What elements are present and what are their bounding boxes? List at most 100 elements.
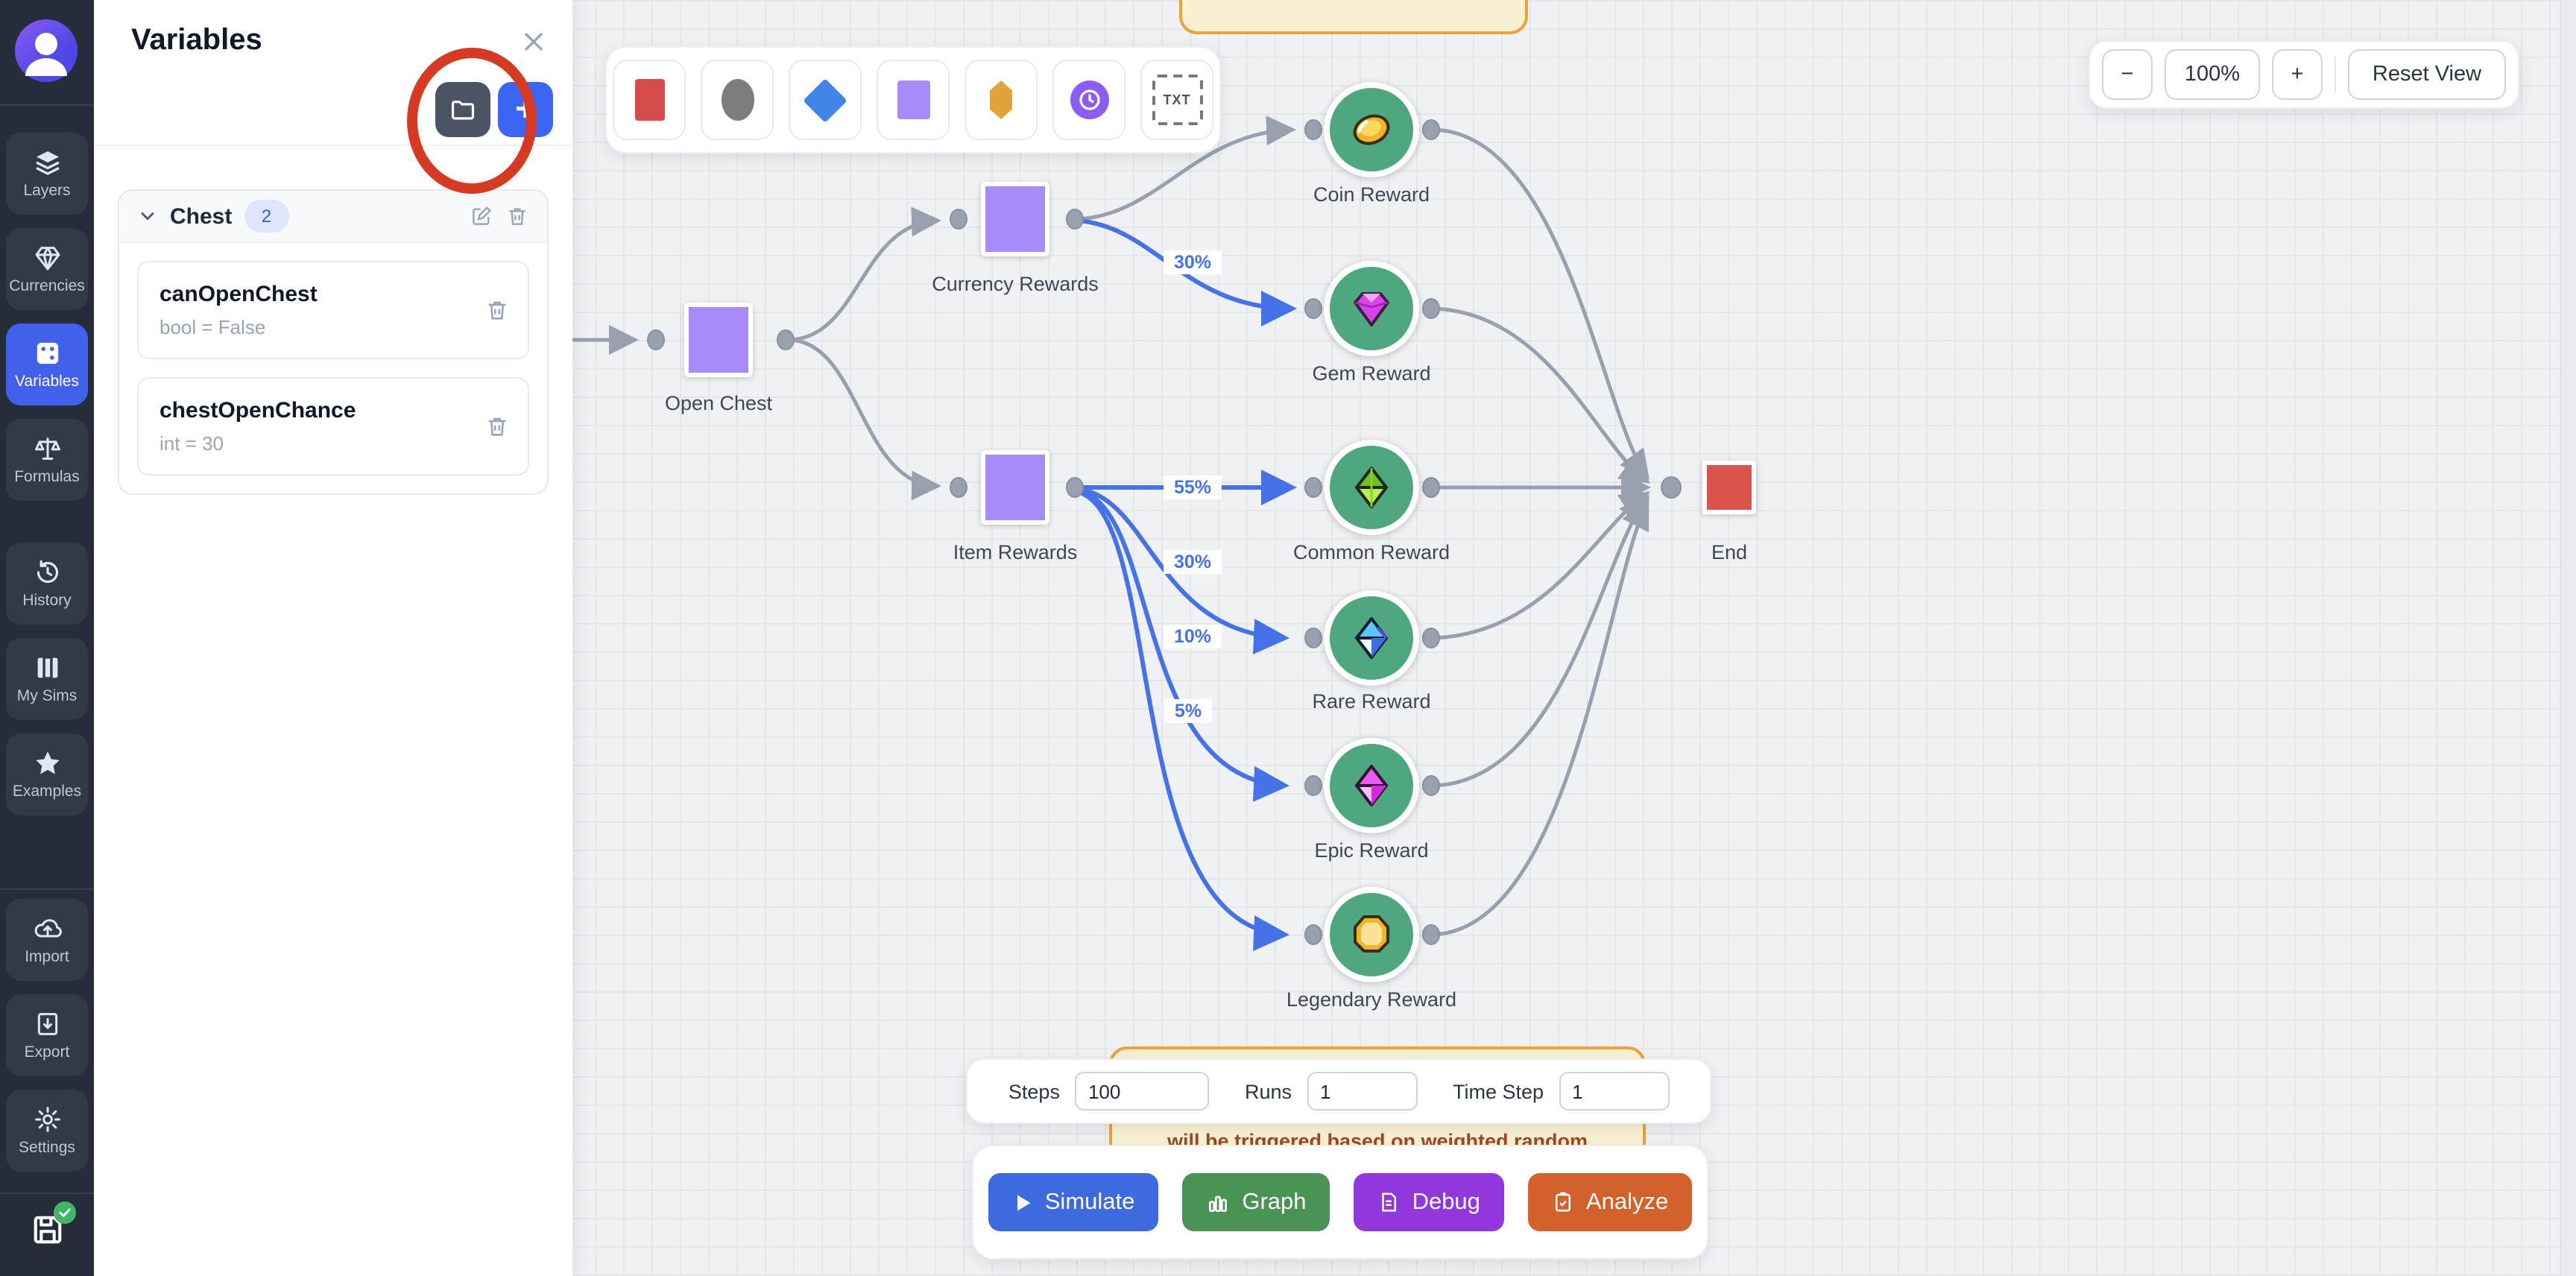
- time-step-label: Time Step: [1453, 1080, 1544, 1102]
- close-panel-button[interactable]: [519, 27, 549, 57]
- sidebar-item-settings[interactable]: Settings: [6, 1090, 88, 1172]
- pink-gem-icon: [1348, 762, 1395, 809]
- node-ports: [648, 120, 1681, 944]
- zoom-out-button[interactable]: −: [2102, 49, 2153, 100]
- label-common-reward: Common Reward: [1293, 541, 1450, 563]
- sidebar-item-history[interactable]: History: [6, 543, 88, 625]
- node-open-chest[interactable]: [684, 303, 753, 377]
- history-icon: [32, 558, 62, 587]
- sidebar-item-label: Export: [25, 1043, 70, 1061]
- map-icon: [32, 653, 62, 683]
- variable-card-canOpenChest[interactable]: canOpenChest bool = False: [137, 261, 529, 359]
- note-top-text: and 70% chance of not: [1182, 0, 1525, 1]
- bar-chart-icon: [1206, 1190, 1230, 1214]
- purple-square-icon: [897, 80, 929, 119]
- tool-purple-square[interactable]: [877, 60, 950, 140]
- tool-red-rectangle[interactable]: [613, 60, 686, 140]
- delete-variable-button[interactable]: [484, 297, 510, 323]
- add-variable-button[interactable]: +: [498, 82, 553, 137]
- variable-value: bool = False: [160, 316, 507, 338]
- analyze-button[interactable]: Analyze: [1528, 1173, 1692, 1231]
- tool-orange-hexagon[interactable]: [965, 60, 1038, 140]
- node-item-rewards[interactable]: [981, 450, 1049, 525]
- node-rare-reward[interactable]: [1324, 590, 1419, 686]
- sidebar-item-variables[interactable]: Variables: [6, 323, 88, 405]
- variables-panel: Variables + Chest 2: [94, 0, 572, 1276]
- runs-input[interactable]: [1307, 1072, 1417, 1111]
- plus-icon: +: [515, 92, 536, 127]
- label-end: End: [1711, 541, 1747, 563]
- sidebar-item-examples[interactable]: Examples: [6, 733, 88, 815]
- sidebar-item-export[interactable]: Export: [6, 994, 88, 1076]
- trash-icon: [505, 204, 529, 228]
- node-legendary-reward[interactable]: [1324, 887, 1419, 982]
- tool-text[interactable]: TXT: [1140, 60, 1213, 140]
- zoom-level[interactable]: 100%: [2165, 49, 2260, 100]
- coin-icon: [1348, 106, 1395, 154]
- edge-label-10pct-epic[interactable]: 10%: [1164, 625, 1222, 648]
- clipboard-check-icon: [1552, 1191, 1574, 1213]
- trash-icon: [484, 297, 510, 323]
- debug-button[interactable]: Debug: [1354, 1173, 1504, 1231]
- folder-icon: [449, 95, 477, 124]
- edge-label-5pct-legendary[interactable]: 5%: [1164, 699, 1212, 723]
- sidebar-item-label: Formulas: [14, 468, 80, 486]
- trash-icon: [484, 414, 510, 439]
- time-step-input[interactable]: [1559, 1072, 1669, 1111]
- edge-label-30pct-gem[interactable]: 30%: [1164, 250, 1222, 274]
- delete-group-button[interactable]: [505, 204, 529, 228]
- variable-group-chest: Chest 2 canOpenChest bool = False: [118, 189, 549, 495]
- sidebar: Layers Currencies Variables Formulas: [0, 0, 94, 1276]
- edge-label-55pct-common[interactable]: 55%: [1164, 476, 1222, 499]
- note-top[interactable]: and 70% chance of not: [1179, 0, 1528, 34]
- label-open-chest: Open Chest: [665, 392, 772, 414]
- steps-label: Steps: [1008, 1080, 1060, 1102]
- edge-openchest-currency: [790, 221, 938, 340]
- divider: [0, 1193, 94, 1194]
- node-epic-reward[interactable]: [1324, 738, 1419, 833]
- gear-icon: [32, 1105, 62, 1134]
- steps-input[interactable]: [1075, 1072, 1209, 1111]
- group-header[interactable]: Chest 2: [119, 191, 547, 243]
- label-epic-reward: Epic Reward: [1314, 839, 1428, 862]
- edit-icon: [470, 204, 493, 228]
- sidebar-item-currencies[interactable]: Currencies: [6, 228, 88, 310]
- edge-openchest-item: [790, 340, 938, 486]
- edge-rare-end: [1434, 493, 1647, 638]
- node-end[interactable]: [1702, 461, 1756, 514]
- document-icon: [1378, 1191, 1401, 1213]
- sidebar-item-formulas[interactable]: Formulas: [6, 419, 88, 501]
- divider: [94, 145, 572, 146]
- tool-timer[interactable]: [1052, 60, 1126, 140]
- sidebar-item-layers[interactable]: Layers: [6, 133, 88, 215]
- node-gem-reward[interactable]: [1324, 261, 1419, 356]
- edit-group-button[interactable]: [470, 204, 493, 228]
- variable-card-chestOpenChance[interactable]: chestOpenChance int = 30: [137, 377, 529, 476]
- reset-view-button[interactable]: Reset View: [2348, 49, 2506, 100]
- graph-button[interactable]: Graph: [1182, 1173, 1330, 1231]
- group-count-badge: 2: [244, 200, 288, 233]
- folder-group-button[interactable]: [435, 82, 490, 137]
- action-bar: Simulate Graph Debug Analyze: [972, 1145, 1708, 1260]
- red-rectangle-icon: [634, 79, 664, 121]
- sidebar-item-my-sims[interactable]: My Sims: [6, 638, 88, 720]
- delete-variable-button[interactable]: [484, 414, 510, 439]
- tool-blue-diamond[interactable]: [789, 60, 862, 140]
- zoom-in-button[interactable]: +: [2272, 49, 2323, 100]
- node-common-reward[interactable]: [1324, 440, 1419, 535]
- close-icon: [519, 27, 549, 57]
- scales-icon: [32, 434, 62, 464]
- edge-label-30pct-rare[interactable]: 30%: [1164, 550, 1222, 574]
- simulate-button[interactable]: Simulate: [988, 1173, 1159, 1231]
- node-coin-reward[interactable]: [1324, 82, 1419, 177]
- gem-icon: [1348, 285, 1395, 332]
- tool-gray-ellipse[interactable]: [701, 60, 774, 140]
- sidebar-item-import[interactable]: Import: [6, 899, 88, 981]
- node-currency-rewards[interactable]: [981, 182, 1049, 256]
- sidebar-item-label: Import: [25, 948, 69, 966]
- check-icon: [57, 1206, 71, 1219]
- avatar[interactable]: [15, 19, 78, 82]
- sidebar-item-label: History: [22, 592, 71, 610]
- saved-check-badge: [53, 1201, 75, 1224]
- scrollbar-gutter[interactable]: [2560, 0, 2576, 1276]
